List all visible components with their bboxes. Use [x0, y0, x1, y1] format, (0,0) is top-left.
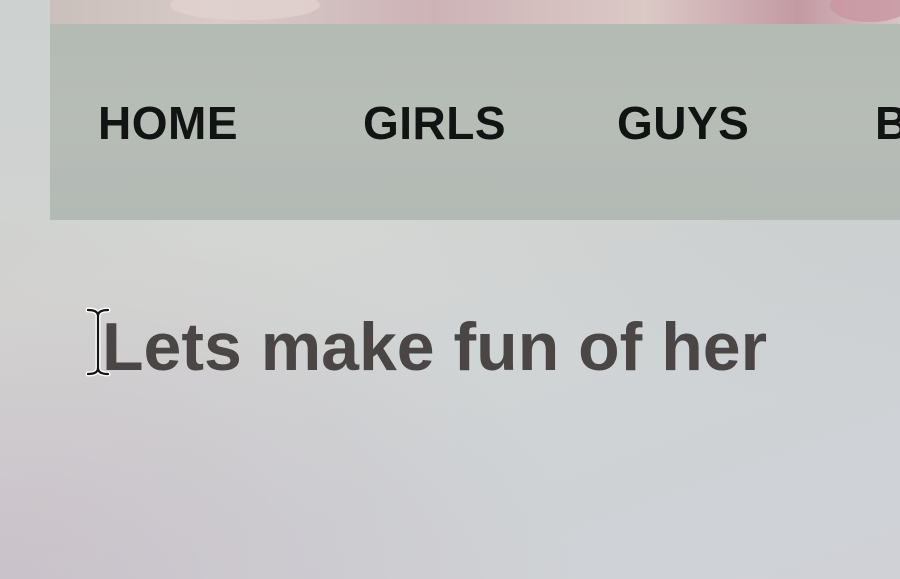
page-left-margin: [0, 0, 50, 220]
nav-link-guys[interactable]: GUYS: [617, 96, 749, 150]
nav-link-home[interactable]: HOME: [98, 96, 238, 150]
nav-link-girls[interactable]: GIRLS: [363, 96, 506, 150]
hero-image-detail: [170, 0, 320, 20]
headline-container: Lets make fun of her: [84, 307, 767, 386]
main-content: Lets make fun of her: [0, 220, 900, 579]
page-heading[interactable]: Lets make fun of her: [84, 308, 767, 386]
text-cursor-icon: [85, 307, 111, 377]
nav-link-partial[interactable]: B: [875, 96, 900, 150]
main-nav: HOME GIRLS GUYS B: [50, 24, 900, 220]
hero-image-detail: [830, 0, 900, 22]
hero-image: [50, 0, 900, 24]
